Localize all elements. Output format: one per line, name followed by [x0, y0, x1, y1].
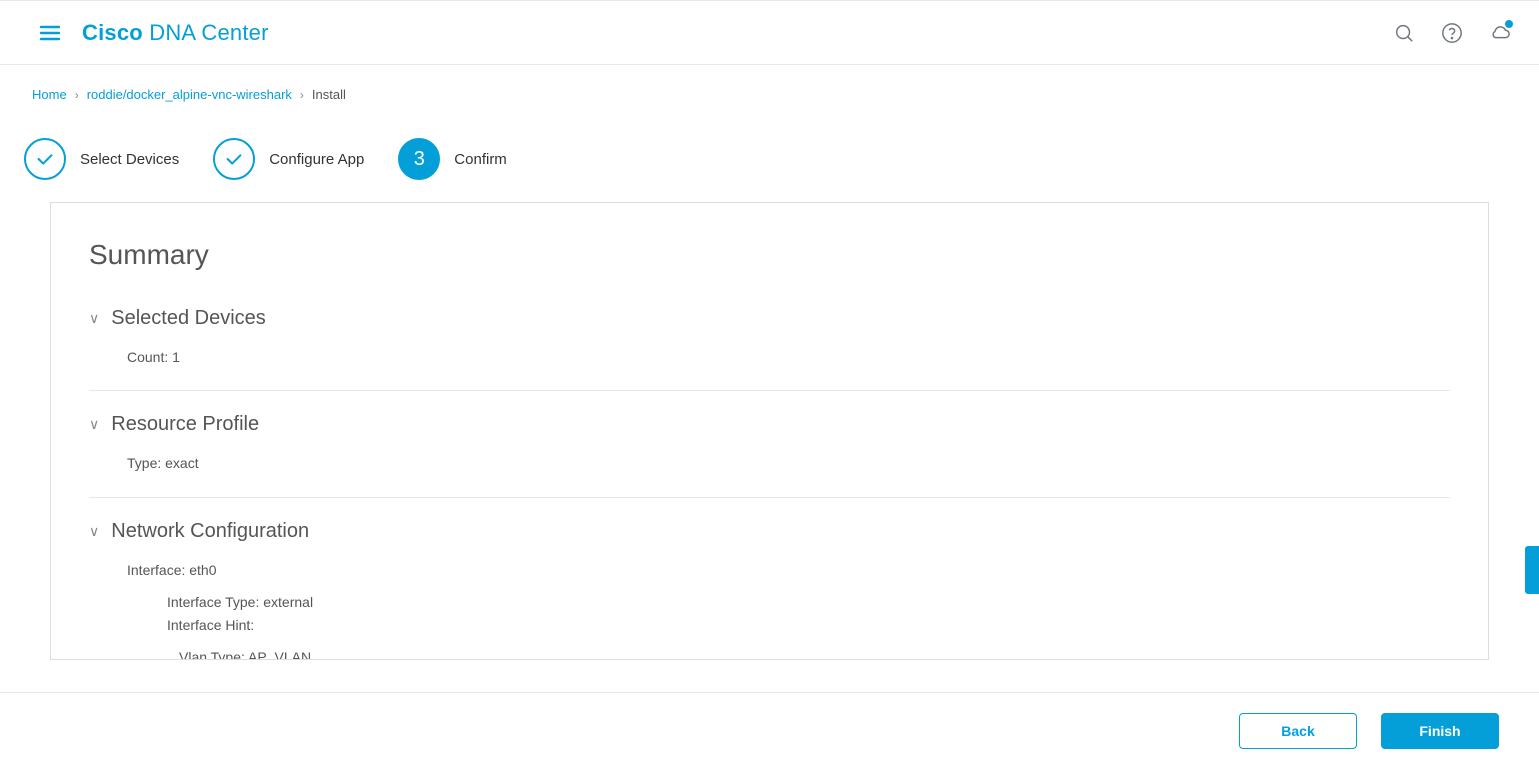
section-toggle-resource-profile[interactable]: ∨ Resource Profile [89, 413, 1450, 436]
finish-button[interactable]: Finish [1381, 713, 1499, 749]
step-configure-app[interactable]: Configure App [213, 138, 364, 180]
step-label: Select Devices [80, 151, 179, 168]
chevron-down-icon: ∨ [89, 416, 99, 433]
check-icon [213, 138, 255, 180]
footer-bar: Back Finish [0, 692, 1539, 769]
chevron-down-icon: ∨ [89, 523, 99, 540]
section-heading: Selected Devices [111, 307, 266, 330]
cloud-icon[interactable] [1489, 22, 1511, 44]
section-resource-profile: ∨ Resource Profile Type: exact [89, 413, 1450, 497]
network-interface: Interface: eth0 [127, 559, 1450, 581]
section-selected-devices: ∨ Selected Devices Count: 1 [89, 307, 1450, 391]
breadcrumb-home[interactable]: Home [32, 87, 67, 102]
section-heading: Resource Profile [111, 413, 259, 436]
wizard-stepper: Select Devices Configure App 3 Confirm [0, 110, 1539, 202]
brand-bold: Cisco [82, 20, 143, 45]
resource-profile-type: Type: exact [127, 452, 1450, 474]
app-header: Cisco DNA Center [0, 1, 1539, 65]
section-toggle-network-config[interactable]: ∨ Network Configuration [89, 520, 1450, 543]
step-label: Confirm [454, 151, 507, 168]
check-icon [24, 138, 66, 180]
side-handle[interactable] [1525, 546, 1539, 594]
back-button[interactable]: Back [1239, 713, 1357, 749]
step-select-devices[interactable]: Select Devices [24, 138, 179, 180]
page-title: Summary [89, 239, 1450, 271]
network-interface-type: Interface Type: external [167, 591, 1450, 613]
selected-devices-count: Count: 1 [127, 346, 1450, 368]
notification-dot [1505, 20, 1513, 28]
section-heading: Network Configuration [111, 520, 309, 543]
breadcrumb-app[interactable]: roddie/docker_alpine-vnc-wireshark [87, 87, 292, 102]
chevron-down-icon: ∨ [89, 310, 99, 327]
breadcrumb: Home › roddie/docker_alpine-vnc-wireshar… [0, 65, 1539, 110]
breadcrumb-current: Install [312, 87, 346, 102]
search-icon[interactable] [1393, 22, 1415, 44]
help-icon[interactable] [1441, 22, 1463, 44]
step-label: Configure App [269, 151, 364, 168]
section-network-config: ∨ Network Configuration Interface: eth0 … [89, 520, 1450, 660]
step-confirm[interactable]: 3 Confirm [398, 138, 507, 180]
summary-panel[interactable]: Summary ∨ Selected Devices Count: 1 ∨ Re… [50, 202, 1489, 660]
brand-title: Cisco DNA Center [82, 20, 269, 46]
network-vlan-type: Vlan Type: AP_VLAN [179, 646, 1450, 660]
section-toggle-selected-devices[interactable]: ∨ Selected Devices [89, 307, 1450, 330]
chevron-right-icon: › [300, 88, 304, 102]
chevron-right-icon: › [75, 88, 79, 102]
network-interface-hint: Interface Hint: [167, 614, 1450, 636]
brand-rest: DNA Center [143, 20, 269, 45]
menu-icon[interactable] [38, 21, 62, 45]
step-number: 3 [398, 138, 440, 180]
